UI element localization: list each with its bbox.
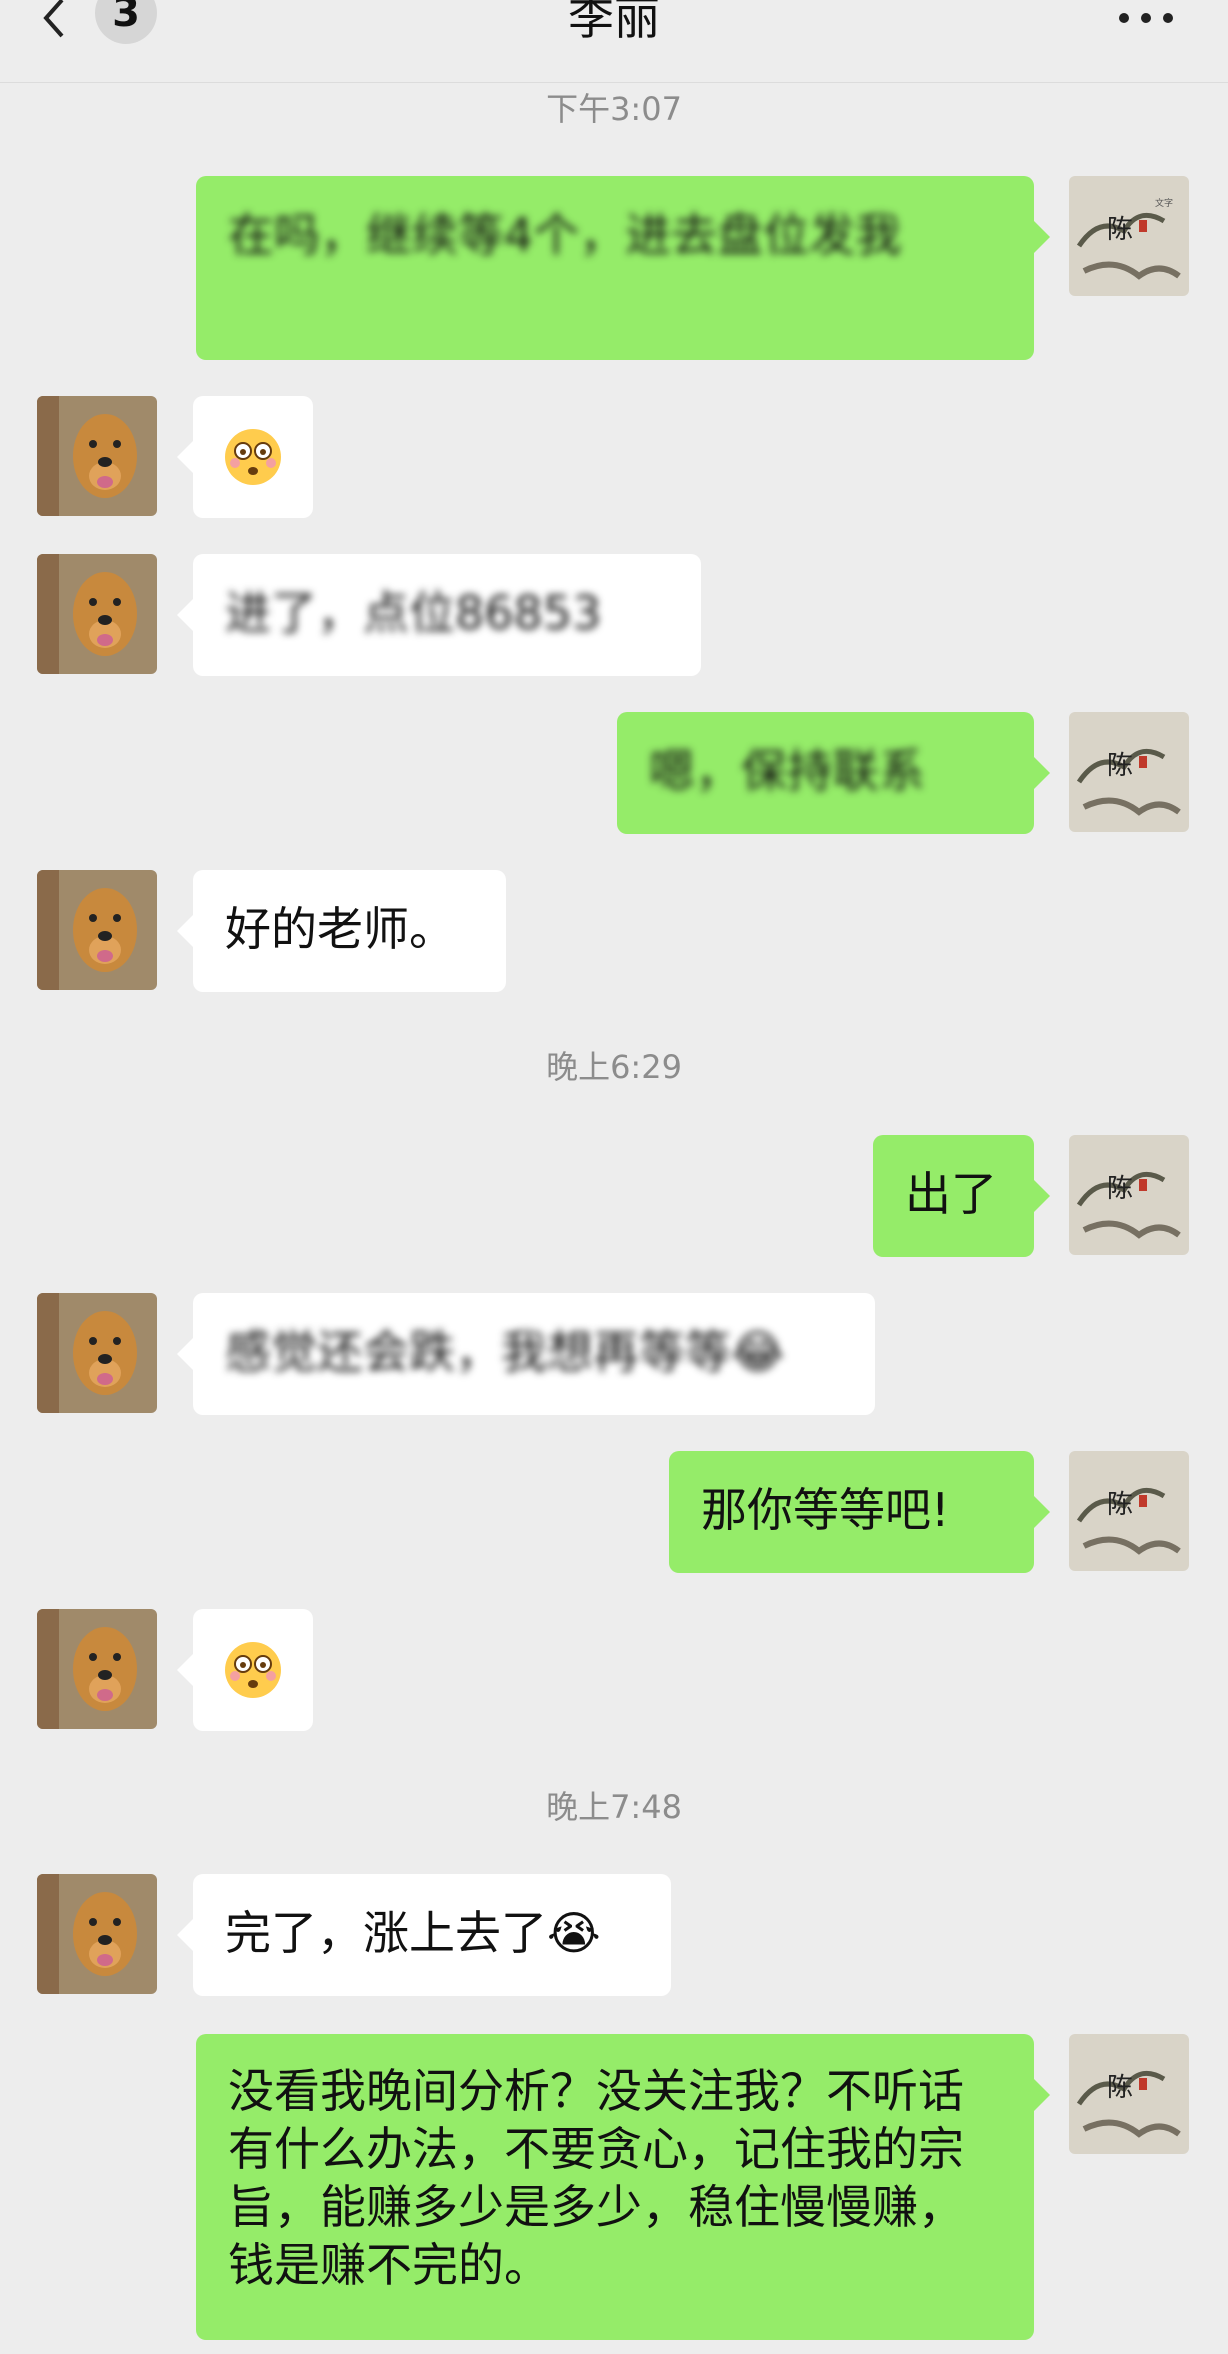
chat-title[interactable]: 李丽 — [0, 0, 1228, 48]
svg-text:陈: 陈 — [1107, 1490, 1133, 1520]
timestamp: 晚上7:48 — [546, 1788, 682, 1826]
message-bubble-incoming[interactable]: 进了，点位86853 — [177, 554, 701, 676]
svg-text:陈: 陈 — [1107, 215, 1133, 245]
self-avatar[interactable]: 陈 — [1069, 1135, 1189, 1255]
message-bubble-outgoing[interactable]: 在吗，继续等4个，进去盘位发我 — [196, 176, 1050, 360]
message-bubble-incoming[interactable]: 感觉还会跌，我想再等等😂 — [177, 1293, 875, 1415]
self-avatar[interactable]: 陈 文字 — [1069, 176, 1189, 296]
flushed-face-icon — [225, 1642, 281, 1698]
contact-avatar[interactable] — [37, 1874, 157, 1994]
dog-avatar-icon — [37, 1609, 157, 1729]
dog-avatar-icon — [37, 396, 157, 516]
message-bubble-incoming[interactable]: 😳 — [177, 396, 313, 518]
ink-painting-avatar-icon: 陈 — [1069, 1451, 1189, 1571]
ink-painting-avatar-icon: 陈 — [1069, 712, 1189, 832]
dog-avatar-icon — [37, 1293, 157, 1413]
contact-avatar[interactable] — [37, 554, 157, 674]
svg-text:文字: 文字 — [1155, 197, 1173, 209]
self-avatar[interactable]: 陈 — [1069, 2034, 1189, 2154]
message-bubble-outgoing[interactable]: 没看我晚间分析？没关注我？不听话有什么办法，不要贪心，记住我的宗旨，能赚多少是多… — [196, 2034, 1050, 2340]
more-options-icon[interactable] — [1116, 6, 1176, 30]
self-avatar[interactable]: 陈 — [1069, 1451, 1189, 1571]
dog-avatar-icon — [37, 1874, 157, 1994]
message-bubble-incoming[interactable]: 完了，涨上去了😭 — [177, 1874, 671, 1996]
message-bubble-incoming[interactable]: 😳 — [177, 1609, 313, 1731]
dog-avatar-icon — [37, 870, 157, 990]
message-bubble-outgoing[interactable]: 嗯，保持联系 — [617, 712, 1050, 834]
timestamp: 晚上6:29 — [546, 1048, 682, 1086]
ink-painting-avatar-icon: 陈 文字 — [1069, 176, 1189, 296]
svg-text:陈: 陈 — [1107, 1174, 1133, 1204]
ink-painting-avatar-icon: 陈 — [1069, 1135, 1189, 1255]
flushed-face-icon — [225, 429, 281, 485]
chat-header: 3 李丽 — [0, 0, 1228, 83]
timestamp: 下午3:07 — [546, 90, 682, 128]
contact-avatar[interactable] — [37, 1609, 157, 1729]
contact-avatar[interactable] — [37, 870, 157, 990]
self-avatar[interactable]: 陈 — [1069, 712, 1189, 832]
svg-text:陈: 陈 — [1107, 2073, 1133, 2103]
svg-text:陈: 陈 — [1107, 751, 1133, 781]
message-bubble-outgoing[interactable]: 那你等等吧! — [669, 1451, 1050, 1573]
message-bubble-incoming[interactable]: 好的老师。 — [177, 870, 506, 992]
dog-avatar-icon — [37, 554, 157, 674]
ink-painting-avatar-icon: 陈 — [1069, 2034, 1189, 2154]
message-bubble-outgoing[interactable]: 出了 — [873, 1135, 1050, 1257]
contact-avatar[interactable] — [37, 396, 157, 516]
contact-avatar[interactable] — [37, 1293, 157, 1413]
